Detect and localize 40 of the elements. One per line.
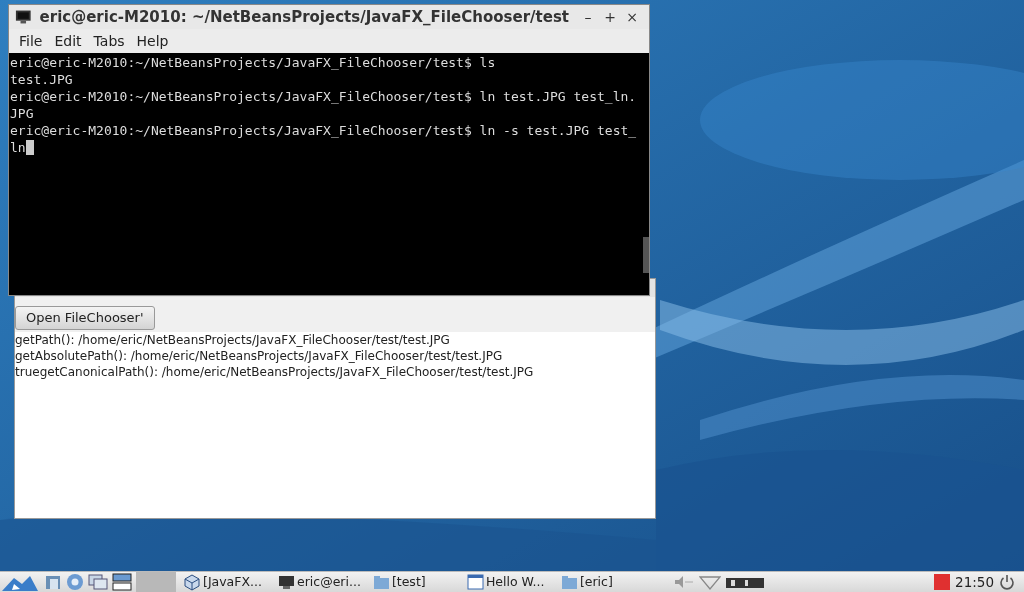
volume-icon <box>672 574 695 590</box>
cube-icon <box>184 573 201 591</box>
file-manager-icon <box>44 573 62 591</box>
desktop-switcher-icon <box>112 573 132 591</box>
taskbar-button[interactable]: [JavaFX... <box>180 572 270 592</box>
terminal-line: JPG <box>10 106 34 121</box>
menu-item[interactable]: Edit <box>48 30 88 52</box>
wifi-icon <box>698 574 721 590</box>
terminal-line: eric@eric-M2010:~/NetBeansProjects/JavaFX_FileChooser/test$ ln -s test.JPG test_ <box>10 123 637 138</box>
menu-item[interactable]: Tabs <box>87 30 131 52</box>
scroll-thumb[interactable] <box>643 237 649 273</box>
taskbar-button[interactable]: Hello W... <box>462 572 553 592</box>
output-line: truegetCanonicalPath(): /home/eric/NetBeansProjects/JavaFX_FileChooser/test/test.JPG <box>15 363 535 380</box>
terminal-icon <box>15 9 32 25</box>
text-cursor <box>25 140 34 155</box>
menu-item[interactable]: File <box>13 30 49 52</box>
power-icon <box>998 573 1016 591</box>
close-button[interactable]: × <box>621 6 643 28</box>
terminal-line: eric@eric-M2010:~/NetBeansProjects/JavaFX_FileChooser/test$ ls <box>10 55 496 70</box>
folder-icon <box>560 573 578 591</box>
taskbar-button[interactable]: eric@eri... <box>274 572 365 592</box>
terminal-line: eric@eric-M2010:~/NetBeansProjects/JavaFX_FileChooser/test$ ln test.JPG test_ln. <box>10 89 637 104</box>
window-title: eric@eric-M2010: ~/NetBeansProjects/JavaFX_FileChooser/test <box>39 6 569 28</box>
windows-icon <box>88 573 108 591</box>
taskbar-button[interactable]: [eric] <box>556 572 647 592</box>
taskbar-button[interactable]: [test] <box>368 572 459 592</box>
browser-icon <box>66 573 84 591</box>
maximize-button[interactable]: + <box>599 6 621 28</box>
terminal-line: ln <box>10 140 26 155</box>
output-line: getPath(): /home/eric/NetBeansProjects/JavaFX_FileChooser/test/test.JPG <box>15 331 451 348</box>
monitor-icon <box>278 573 295 591</box>
open-filechooser-button[interactable]: Open FileChooser' <box>15 306 155 330</box>
minimize-button[interactable]: – <box>577 6 599 28</box>
window-icon <box>466 573 484 591</box>
indicator-icon <box>933 573 952 591</box>
terminal-line: test.JPG <box>10 72 73 87</box>
output-line: getAbsolutePath(): /home/eric/NetBeansProjects/JavaFX_FileChooser/test/test.JPG <box>15 347 504 364</box>
folder-icon <box>372 573 390 591</box>
clock: 21:50 <box>955 572 994 592</box>
menu-item[interactable]: Help <box>130 30 175 52</box>
